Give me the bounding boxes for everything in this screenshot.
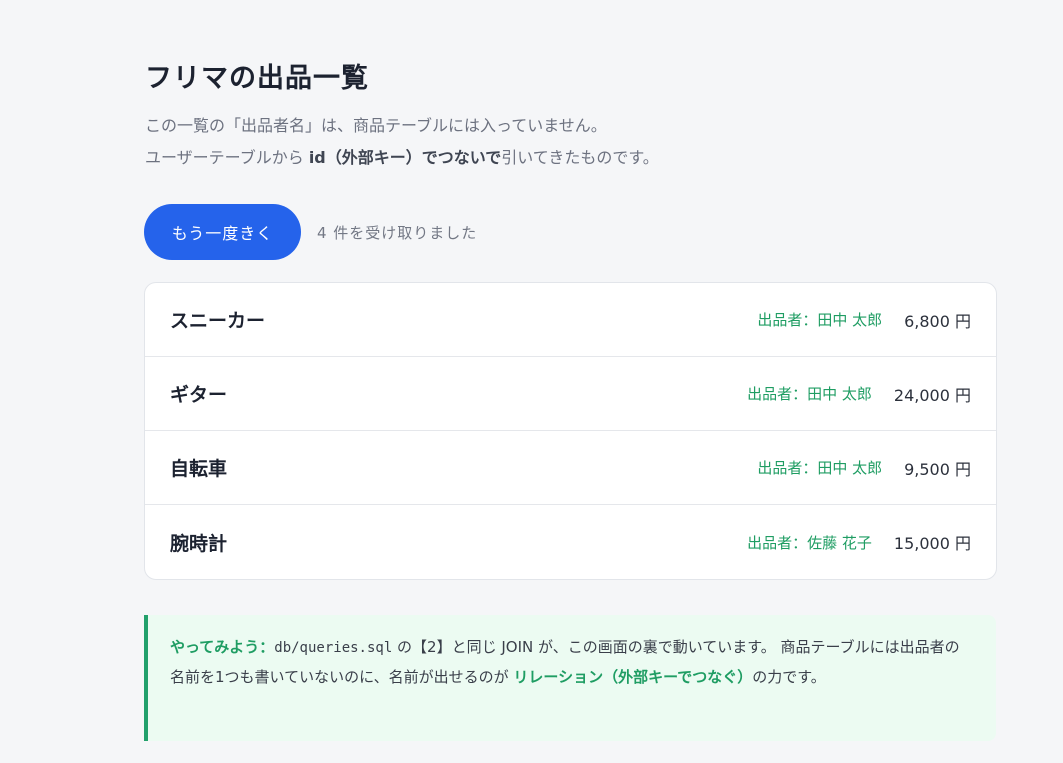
item-name: 自転車 <box>170 458 228 480</box>
item-seller: 出品者：佐藤 花子 <box>747 533 872 552</box>
item-seller: 出品者：田中 太郎 <box>757 311 883 329</box>
item-price: 9,500 円 <box>904 459 971 479</box>
description-line-1: この一覧の「出品者名」は、商品テーブルには入っていません。 <box>145 116 607 135</box>
tip-file-path: db/queries.sql <box>274 640 393 656</box>
ask-again-button[interactable]: もう一度きく <box>144 204 301 260</box>
listing-list: スニーカー 出品者：田中 太郎 6,800 円 ギター 出品者：田中 太郎 24… <box>144 282 997 580</box>
action-bar: もう一度きく 4 件を受け取りました <box>144 204 477 260</box>
tip-highlight: リレーション（外部キーでつなぐ） <box>513 668 753 686</box>
item-name: スニーカー <box>170 310 266 332</box>
list-item: 腕時計 出品者：佐藤 花子 15,000 円 <box>145 505 996 579</box>
description-text: ユーザーテーブルから <box>145 148 309 167</box>
item-price: 15,000 円 <box>893 534 971 553</box>
item-seller: 出品者：田中 太郎 <box>757 459 883 477</box>
list-item: 自転車 出品者：田中 太郎 9,500 円 <box>145 431 996 505</box>
result-count: 4 件を受け取りました <box>317 223 478 242</box>
item-price: 6,800 円 <box>904 311 971 331</box>
item-name: ギター <box>170 384 228 406</box>
list-item: スニーカー 出品者：田中 太郎 6,800 円 <box>145 283 996 357</box>
item-name: 腕時計 <box>170 532 228 555</box>
list-item: ギター 出品者：田中 太郎 24,000 円 <box>145 357 996 431</box>
tip-text-end: の力です。 <box>752 668 826 686</box>
tip-callout: やってみよう：db/queries.sql の【2】と同じ JOIN が、この画… <box>144 615 996 741</box>
page-title: フリマの出品一覧 <box>145 63 369 94</box>
description-emphasis: id（外部キー）でつないで <box>308 148 502 167</box>
page-description: この一覧の「出品者名」は、商品テーブルには入っていません。 ユーザーテーブルから… <box>145 110 659 174</box>
item-price: 24,000 円 <box>893 385 971 405</box>
item-seller: 出品者：田中 太郎 <box>747 385 872 403</box>
description-text: 引いてきたものです。 <box>501 148 659 167</box>
tip-label: やってみよう： <box>170 638 275 656</box>
description-line-2: ユーザーテーブルから id（外部キー）でつないで引いてきたものです。 <box>145 142 659 174</box>
